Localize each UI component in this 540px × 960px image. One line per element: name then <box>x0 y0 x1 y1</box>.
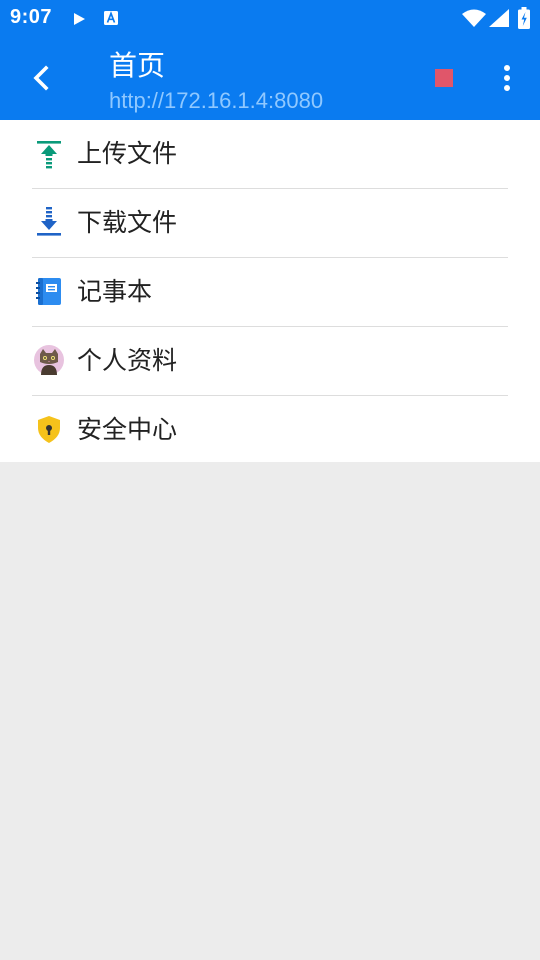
text-a-icon <box>103 10 119 30</box>
app-bar: 首页 http://172.16.1.4:8080 <box>0 36 540 120</box>
menu-item-label: 下载文件 <box>77 208 178 237</box>
upload-icon <box>33 137 65 169</box>
menu-item-label: 记事本 <box>77 277 153 306</box>
menu-item-upload[interactable]: 上传文件 <box>0 120 540 188</box>
download-icon <box>33 206 65 238</box>
menu-item-profile[interactable]: 个人资料 <box>0 327 540 395</box>
more-options-button[interactable] <box>490 58 524 98</box>
page-title: 首页 <box>109 49 166 82</box>
menu-item-notebook[interactable]: 记事本 <box>0 258 540 326</box>
chevron-left-icon <box>22 65 62 102</box>
menu-item-security[interactable]: 安全中心 <box>0 396 540 464</box>
status-time: 9:07 <box>10 6 53 28</box>
more-vertical-icon <box>490 65 524 102</box>
menu-item-download[interactable]: 下载文件 <box>0 189 540 257</box>
cat-avatar-icon <box>33 344 65 376</box>
page-subtitle-url: http://172.16.1.4:8080 <box>109 88 324 113</box>
battery-icon <box>518 7 530 33</box>
signal-icon <box>489 9 509 31</box>
status-bar: 9:07 <box>0 0 540 36</box>
menu-item-label: 个人资料 <box>77 346 178 375</box>
wifi-icon <box>462 9 486 31</box>
notebook-icon <box>33 275 65 307</box>
back-button[interactable] <box>22 58 62 98</box>
menu-item-label: 安全中心 <box>77 415 178 444</box>
stop-button[interactable] <box>424 58 464 98</box>
stop-square-icon <box>435 69 453 87</box>
play-icon <box>72 11 86 30</box>
menu-list: 上传文件 下载文件 记事本 个人资料 安全中心 <box>0 120 540 464</box>
menu-item-label: 上传文件 <box>77 139 178 168</box>
empty-content-area <box>0 462 540 960</box>
shield-lock-icon <box>33 413 65 445</box>
